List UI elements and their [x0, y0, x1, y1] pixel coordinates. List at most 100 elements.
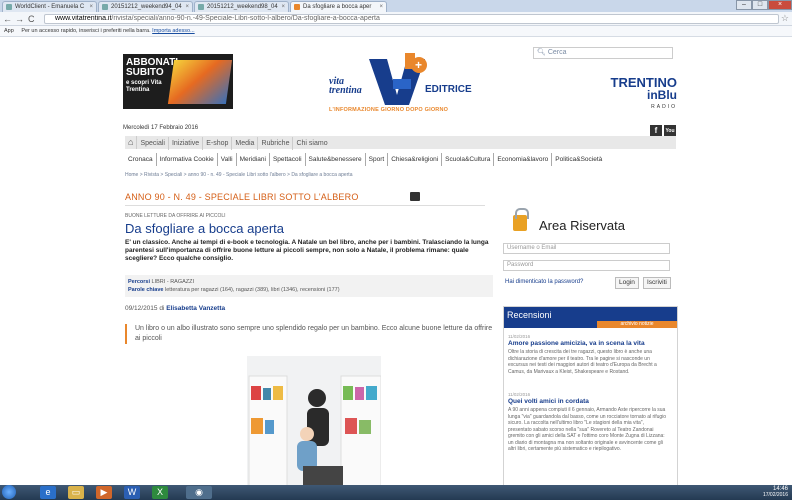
issue-heading[interactable]: ANNO 90 - N. 49 - SPECIALE LIBRI SOTTO L…	[125, 192, 359, 202]
archive-link[interactable]: archivio notizie	[597, 321, 677, 328]
author-link[interactable]: Elisabetta Vanzetta	[166, 305, 225, 312]
tab-favicon-icon	[6, 4, 12, 10]
menu-item[interactable]: Iniziative	[169, 137, 204, 150]
reviews-box: Recensioni archivio notizie 11/02/2016 A…	[503, 306, 678, 485]
ie-icon[interactable]: e	[40, 486, 56, 499]
window-controls: – □ ×	[736, 0, 792, 11]
article-photo[interactable]	[247, 356, 381, 485]
section-item[interactable]: Economia&lavoro	[494, 153, 553, 166]
media-player-icon[interactable]: ▶	[96, 486, 112, 499]
review-title-link[interactable]: Quei volti amici in cordata	[508, 398, 589, 405]
reviews-title: Recensioni	[507, 310, 552, 320]
reload-icon[interactable]: C	[28, 14, 35, 24]
bookmarks-hint: Per un accesso rapido, inserisci i prefe…	[21, 28, 151, 34]
home-icon[interactable]: ⌂	[125, 136, 138, 149]
tab-favicon-icon	[294, 4, 300, 10]
photo-illustration	[247, 356, 381, 485]
article-tags-box: Percorsi LIBRI - RAGAZZI Parole chiave l…	[125, 275, 493, 297]
section-item[interactable]: Valli	[218, 153, 237, 166]
svg-text:+: +	[415, 58, 422, 72]
print-icon[interactable]	[410, 192, 420, 201]
address-bar[interactable]: www.vitatrentina.it/rivista/speciali/ann…	[44, 14, 779, 24]
register-button[interactable]: Iscriviti	[643, 277, 671, 289]
reviews-header: Recensioni archivio notizie	[504, 307, 677, 328]
menu-item[interactable]: E-shop	[203, 137, 233, 150]
magazine-cover-image	[167, 60, 233, 104]
word-icon[interactable]: W	[124, 486, 140, 499]
tab-close-icon[interactable]: ×	[379, 2, 383, 12]
menu-item[interactable]: Chi siamo	[293, 137, 330, 150]
subscribe-title: ABBONATI SUBITO	[126, 57, 179, 78]
section-item[interactable]: Salute&benessere	[306, 153, 366, 166]
article-title: Da sfogliare a bocca aperta	[125, 221, 284, 236]
review-title-link[interactable]: Amore passione amicizia, va in scena la …	[508, 340, 645, 347]
section-item[interactable]: Spettacoli	[270, 153, 306, 166]
logo-editrice: EDITRICE	[425, 84, 472, 95]
chrome-icon[interactable]: ◉	[186, 486, 212, 499]
tray-date: 17/02/2016	[762, 492, 788, 498]
import-bookmarks-link[interactable]: Importa adesso...	[152, 28, 195, 34]
menu-item[interactable]: Media	[232, 137, 259, 150]
radio-trentino-logo[interactable]: TRENTINO inBlu RADIO	[607, 76, 677, 113]
tab-favicon-icon	[198, 4, 204, 10]
subscribe-banner[interactable]: ABBONATI SUBITO e scopri Vita Trentina	[123, 54, 233, 109]
byline: 09/12/2015 di Elisabetta Vanzetta	[125, 305, 226, 312]
menu-item[interactable]: Speciali	[137, 137, 169, 150]
breadcrumb[interactable]: Home > Rivista > Speciali > anno 90 - n.…	[125, 172, 352, 178]
article-intro-quote: Un libro o un albo illustrato sono sempr…	[125, 324, 493, 344]
tab-close-icon[interactable]: ×	[185, 2, 189, 12]
site-header: ABBONATI SUBITO e scopri Vita Trentina M…	[123, 47, 680, 147]
apps-shortcut[interactable]: App	[4, 28, 14, 34]
windows-taskbar: e ▭ ▶ W X ◉ 14:46 17/02/2016	[0, 485, 792, 500]
start-button[interactable]	[2, 485, 16, 499]
current-date: Mercoledì 17 Febbraio 2016	[123, 125, 199, 131]
tab-weekend98[interactable]: 20151212_weekend98_04 ×	[194, 1, 289, 12]
menu-item[interactable]: Rubriche	[258, 137, 294, 150]
tab-close-icon[interactable]: ×	[281, 2, 285, 12]
maximize-button[interactable]: □	[752, 0, 768, 10]
username-field[interactable]: Username o Email	[503, 243, 670, 254]
section-item[interactable]: Meridiani	[237, 153, 270, 166]
forward-icon[interactable]: →	[15, 14, 24, 24]
main-menu: ⌂ Speciali Iniziative E-shop Media Rubriche Ch…	[125, 136, 676, 150]
search-icon: 🔍︎	[537, 49, 546, 56]
section-menu: Cronaca Informativa Cookie Valli Meridiani S…	[125, 153, 676, 166]
login-title: Area Riservata	[539, 218, 625, 233]
article-kicker: BUONE LETTURE DA OFFRIRE AI PICCOLI	[125, 213, 226, 219]
keywords-label: Parole chiave	[128, 287, 164, 293]
review-excerpt: A 90 anni appena compiuti il 6 gennaio, …	[508, 407, 667, 452]
review-date: 11/02/2016	[508, 334, 531, 339]
section-item[interactable]: Informativa Cookie	[157, 153, 218, 166]
review-date: 11/02/2016	[508, 392, 531, 397]
tab-worldclient[interactable]: WorldClient - Emanuela C ×	[2, 1, 97, 12]
back-icon[interactable]: ←	[3, 14, 12, 24]
forgot-password-link[interactable]: Hai dimenticato la password?	[505, 279, 583, 285]
minimize-button[interactable]: –	[736, 0, 752, 10]
bookmarks-bar: App Per un accesso rapido, inserisci i p…	[0, 26, 792, 37]
section-item[interactable]: Chiesa&religioni	[388, 153, 443, 166]
tab-close-icon[interactable]: ×	[89, 2, 93, 12]
address-toolbar: ← → C www.vitatrentina.it/rivista/specia…	[0, 12, 792, 26]
percorsi-label: Percorsi	[128, 279, 151, 285]
password-field[interactable]: Password	[503, 260, 670, 271]
excel-icon[interactable]: X	[152, 486, 168, 499]
bookmark-star-icon[interactable]: ☆	[781, 13, 789, 24]
review-excerpt: Oltre la storia di crescita dei tre raga…	[508, 349, 657, 375]
login-button[interactable]: Login	[615, 277, 639, 289]
site-logo[interactable]: + vita trentina EDITRICE L'INFORMAZIONE …	[329, 49, 479, 125]
search-input[interactable]: 🔍︎ Cerca	[533, 47, 673, 59]
article-lead: E' un classico. Anche ai tempi di e-book…	[125, 239, 489, 262]
section-item[interactable]: Scuola&Cultura	[442, 153, 495, 166]
section-item[interactable]: Cronaca	[125, 153, 157, 166]
percorsi-link[interactable]: LIBRI - RAGAZZI	[152, 279, 194, 285]
section-item[interactable]: Sport	[366, 153, 389, 166]
tab-weekend94[interactable]: 20151212_weekend94_04 ×	[98, 1, 193, 12]
tab-strip: WorldClient - Emanuela C × 20151212_weeke…	[0, 0, 792, 13]
section-item[interactable]: Politica&Società	[552, 153, 605, 166]
logo-tagline: L'INFORMAZIONE GIORNO DOPO GIORNO	[329, 107, 449, 113]
login-panel: Area Riservata Username o Email Password…	[503, 208, 678, 293]
explorer-icon[interactable]: ▭	[68, 486, 84, 499]
system-tray: 14:46 17/02/2016	[763, 486, 788, 498]
close-window-button[interactable]: ×	[768, 0, 792, 10]
keywords-links[interactable]: letteratura per ragazzi (164), ragazzi (…	[165, 287, 340, 293]
